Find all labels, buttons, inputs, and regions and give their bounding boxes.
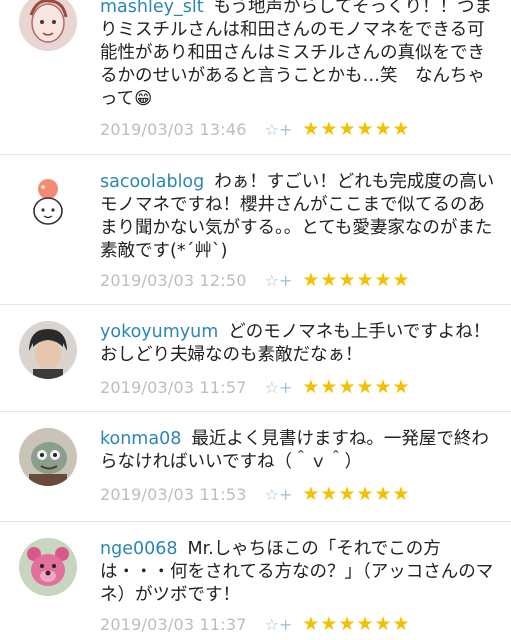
star-rating: ★★★★★★ bbox=[302, 483, 411, 505]
comment-body: konma08 最近よく見書けますね。一発屋で終わらなければいいですね（＾ｖ＾） bbox=[100, 428, 497, 474]
comment-meta: 2019/03/03 11:53 ☆+ ★★★★★★ bbox=[100, 482, 411, 506]
comment-date: 2019/03/03 11:53 bbox=[100, 484, 247, 504]
person-photo-avatar-icon bbox=[19, 321, 77, 379]
comment-meta: 2019/03/03 11:37 ☆+ ★★★★★★ bbox=[100, 612, 411, 636]
comment-username[interactable]: nge0068 bbox=[100, 539, 178, 559]
favorite-star-plus-icon[interactable]: ☆+ bbox=[265, 378, 293, 397]
comment-username[interactable]: sacoolablog bbox=[100, 172, 204, 192]
star-rating: ★★★★★★ bbox=[302, 269, 411, 291]
comment-body: sacoolablog わぁ！すごい！どれも完成度の高いモノマネですね！櫻井さんが… bbox=[100, 171, 497, 263]
comment-item: nge0068 Mr.しゃちほこの「それでこの方は・・・何をされてる方なの？」（ア… bbox=[0, 522, 511, 640]
star-rating: ★★★★★★ bbox=[302, 613, 411, 635]
comment-date: 2019/03/03 11:37 bbox=[100, 614, 247, 634]
comment-username[interactable]: yokoyumyum bbox=[100, 322, 218, 342]
star-rating: ★★★★★★ bbox=[302, 118, 411, 140]
pink-bear-avatar-icon bbox=[19, 538, 77, 596]
comment-date: 2019/03/03 13:46 bbox=[100, 119, 247, 139]
cartoon-girl-avatar-icon bbox=[19, 175, 77, 233]
figure-photo-avatar-icon bbox=[19, 428, 77, 486]
favorite-star-plus-icon[interactable]: ☆+ bbox=[265, 271, 293, 290]
comment-item: mashley_slt もう地声からしてそっくり！！つまりミスチルさんは和田さんの… bbox=[0, 0, 511, 155]
comment-date: 2019/03/03 11:57 bbox=[100, 377, 247, 397]
star-rating: ★★★★★★ bbox=[302, 376, 411, 398]
avatar[interactable] bbox=[19, 538, 77, 596]
comment-body: nge0068 Mr.しゃちほこの「それでこの方は・・・何をされてる方なの？」（ア… bbox=[100, 538, 497, 607]
comment-date: 2019/03/03 12:50 bbox=[100, 270, 247, 290]
comment-item: sacoolablog わぁ！すごい！どれも完成度の高いモノマネですね！櫻井さんが… bbox=[0, 155, 511, 305]
sketch-face-avatar-icon bbox=[19, 0, 77, 51]
comment-body: yokoyumyum どのモノマネも上手いですよね！おしどり夫婦なのも素敵だなぁ！ bbox=[100, 321, 497, 367]
comment-username[interactable]: konma08 bbox=[100, 429, 181, 449]
comment-list: mashley_slt もう地声からしてそっくり！！つまりミスチルさんは和田さんの… bbox=[0, 0, 511, 640]
avatar[interactable] bbox=[19, 0, 77, 51]
favorite-star-plus-icon[interactable]: ☆+ bbox=[265, 120, 293, 139]
avatar[interactable] bbox=[19, 428, 77, 486]
comment-meta: 2019/03/03 11:57 ☆+ ★★★★★★ bbox=[100, 375, 411, 399]
favorite-star-plus-icon[interactable]: ☆+ bbox=[265, 615, 293, 634]
avatar[interactable] bbox=[19, 321, 77, 379]
avatar[interactable] bbox=[19, 175, 77, 233]
comment-item: konma08 最近よく見書けますね。一発屋で終わらなければいいですね（＾ｖ＾） … bbox=[0, 412, 511, 522]
comment-meta: 2019/03/03 13:46 ☆+ ★★★★★★ bbox=[100, 117, 411, 141]
favorite-star-plus-icon[interactable]: ☆+ bbox=[265, 485, 293, 504]
comment-meta: 2019/03/03 12:50 ☆+ ★★★★★★ bbox=[100, 268, 411, 292]
comment-item: yokoyumyum どのモノマネも上手いですよね！おしどり夫婦なのも素敵だなぁ！… bbox=[0, 305, 511, 412]
comment-username[interactable]: mashley_slt bbox=[100, 0, 204, 17]
comment-body: mashley_slt もう地声からしてそっくり！！つまりミスチルさんは和田さんの… bbox=[100, 0, 497, 111]
